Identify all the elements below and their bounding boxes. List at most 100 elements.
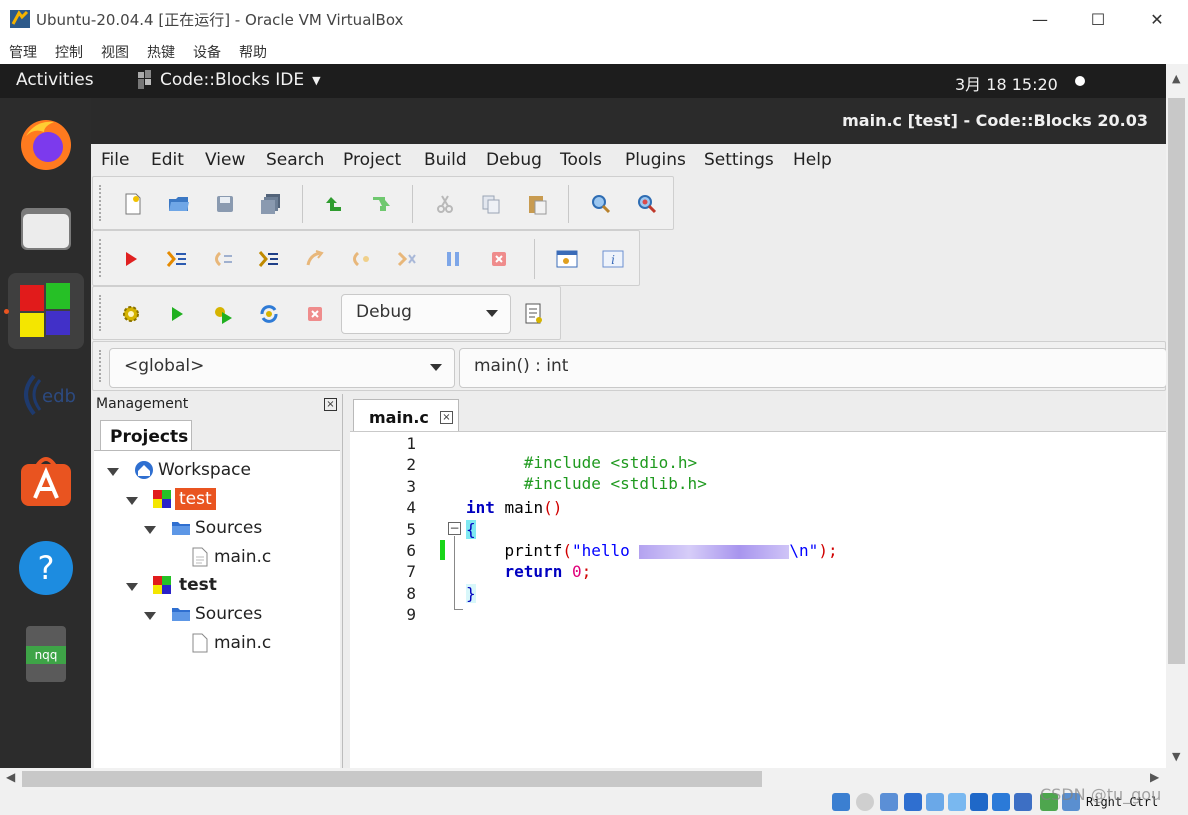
save-all-button[interactable] — [258, 191, 284, 217]
dock-codeblocks[interactable] — [8, 273, 84, 349]
menu-manage[interactable]: 管理 — [9, 42, 37, 62]
new-file-button[interactable] — [120, 191, 146, 217]
fold-toggle-icon[interactable]: − — [448, 522, 461, 535]
dock-firefox[interactable] — [8, 106, 84, 182]
menu-view[interactable]: 视图 — [101, 42, 129, 62]
debug-continue-button[interactable] — [118, 246, 144, 272]
menu-plugins[interactable]: Plugins — [625, 150, 686, 170]
shared-folders-icon[interactable] — [948, 793, 966, 811]
find-button[interactable] — [588, 191, 614, 217]
menu-settings[interactable]: Settings — [704, 150, 774, 170]
close-button[interactable]: ✕ — [1134, 4, 1180, 34]
tree-item-sources[interactable]: Sources — [171, 601, 262, 627]
collapse-arrow-icon[interactable] — [126, 583, 138, 591]
menu-file[interactable]: File — [101, 150, 129, 170]
toolbar-grip[interactable] — [99, 185, 102, 221]
debug-info-button[interactable]: i — [600, 246, 626, 272]
save-button[interactable] — [212, 191, 238, 217]
build-and-run-button[interactable] — [210, 301, 236, 327]
app-menu[interactable]: Code::Blocks IDE ▼ — [138, 70, 321, 90]
horizontal-scroll-thumb[interactable] — [22, 771, 762, 787]
run-to-cursor-button[interactable] — [164, 246, 190, 272]
undo-button[interactable] — [322, 191, 348, 217]
rebuild-button[interactable] — [256, 301, 282, 327]
tree-item-workspace[interactable]: Workspace — [133, 457, 251, 483]
tab-close-button[interactable]: × — [440, 411, 453, 424]
menu-tools[interactable]: Tools — [560, 150, 602, 170]
tab-projects[interactable]: Projects — [100, 420, 192, 450]
paste-button[interactable] — [524, 191, 550, 217]
tab-main-c[interactable]: main.c × — [353, 399, 459, 432]
management-close-button[interactable]: × — [324, 398, 337, 411]
tree-item-project-active[interactable]: test — [153, 486, 216, 512]
break-debugger-button[interactable] — [440, 246, 466, 272]
show-build-options-button[interactable] — [521, 301, 547, 327]
network-icon[interactable] — [904, 793, 922, 811]
clock[interactable]: 3月 18 15:20 — [955, 71, 1058, 95]
menu-help[interactable]: Help — [793, 150, 832, 170]
dock-nqq[interactable]: nqq — [8, 616, 84, 692]
step-out-button[interactable] — [302, 246, 328, 272]
dock-ubuntu-software[interactable] — [8, 443, 84, 519]
activities-button[interactable]: Activities — [16, 70, 94, 90]
menu-help[interactable]: 帮助 — [239, 42, 267, 62]
menu-build[interactable]: Build — [424, 150, 467, 170]
menu-view[interactable]: View — [205, 150, 245, 170]
collapse-arrow-icon[interactable] — [126, 497, 138, 505]
minimize-button[interactable]: — — [1017, 4, 1063, 34]
display-icon[interactable] — [970, 793, 988, 811]
menu-debug[interactable]: Debug — [486, 150, 542, 170]
collapse-arrow-icon[interactable] — [144, 526, 156, 534]
menu-devices[interactable]: 设备 — [193, 42, 221, 62]
run-button[interactable] — [164, 301, 190, 327]
dock-edb[interactable]: edb — [8, 357, 84, 433]
stop-debugger-button[interactable] — [486, 246, 512, 272]
tree-item-file[interactable]: main.c — [192, 630, 271, 656]
menu-search[interactable]: Search — [266, 150, 324, 170]
scroll-right-icon[interactable]: ▶ — [1150, 770, 1159, 784]
open-button[interactable] — [166, 191, 192, 217]
toolbar-grip[interactable] — [99, 295, 102, 331]
debugging-windows-button[interactable] — [554, 246, 580, 272]
step-into-button[interactable] — [256, 246, 282, 272]
recording-icon[interactable] — [992, 793, 1010, 811]
horizontal-scrollbar[interactable]: ◀ ▶ — [0, 768, 1188, 790]
scroll-down-icon[interactable]: ▼ — [1172, 750, 1180, 763]
next-instruction-button[interactable] — [348, 246, 374, 272]
symbol-select[interactable]: main() : int — [459, 348, 1167, 388]
scroll-left-icon[interactable]: ◀ — [6, 770, 15, 784]
next-line-button[interactable] — [210, 246, 236, 272]
abort-build-button[interactable] — [302, 301, 328, 327]
redo-button[interactable] — [368, 191, 394, 217]
scroll-up-icon[interactable]: ▲ — [1172, 72, 1180, 85]
cut-button[interactable] — [432, 191, 458, 217]
collapse-arrow-icon[interactable] — [144, 612, 156, 620]
menu-hotkeys[interactable]: 热键 — [147, 42, 175, 62]
maximize-button[interactable]: ☐ — [1075, 4, 1121, 34]
toolbar-grip[interactable] — [99, 350, 102, 382]
menu-control[interactable]: 控制 — [55, 42, 83, 62]
optical-drive-icon[interactable] — [856, 793, 874, 811]
tree-item-file[interactable]: main.c — [192, 544, 271, 570]
menu-project[interactable]: Project — [343, 150, 401, 170]
toolbar-grip[interactable] — [99, 239, 102, 277]
dock-help[interactable]: ? — [8, 530, 84, 606]
copy-button[interactable] — [478, 191, 504, 217]
vertical-scrollbar[interactable]: ▲ ▼ — [1166, 64, 1188, 768]
replace-button[interactable] — [634, 191, 660, 217]
cpu-icon[interactable] — [1014, 793, 1032, 811]
tree-item-sources[interactable]: Sources — [171, 515, 262, 541]
usb-icon[interactable] — [926, 793, 944, 811]
dock-files[interactable] — [8, 190, 84, 266]
build-target-select[interactable]: Debug — [341, 294, 511, 334]
code-editor[interactable]: 1 2 3 4 5 6 7 8 9 − #include <stdio.h> #… — [350, 431, 1166, 768]
build-button[interactable] — [118, 301, 144, 327]
scope-select[interactable]: <global> — [109, 348, 455, 388]
audio-icon[interactable] — [880, 793, 898, 811]
tree-item-project[interactable]: test — [153, 572, 217, 598]
hdd-icon[interactable] — [832, 793, 850, 811]
menu-edit[interactable]: Edit — [151, 150, 184, 170]
collapse-arrow-icon[interactable] — [107, 468, 119, 476]
step-into-instruction-button[interactable] — [394, 246, 420, 272]
vertical-scroll-thumb[interactable] — [1168, 98, 1185, 664]
